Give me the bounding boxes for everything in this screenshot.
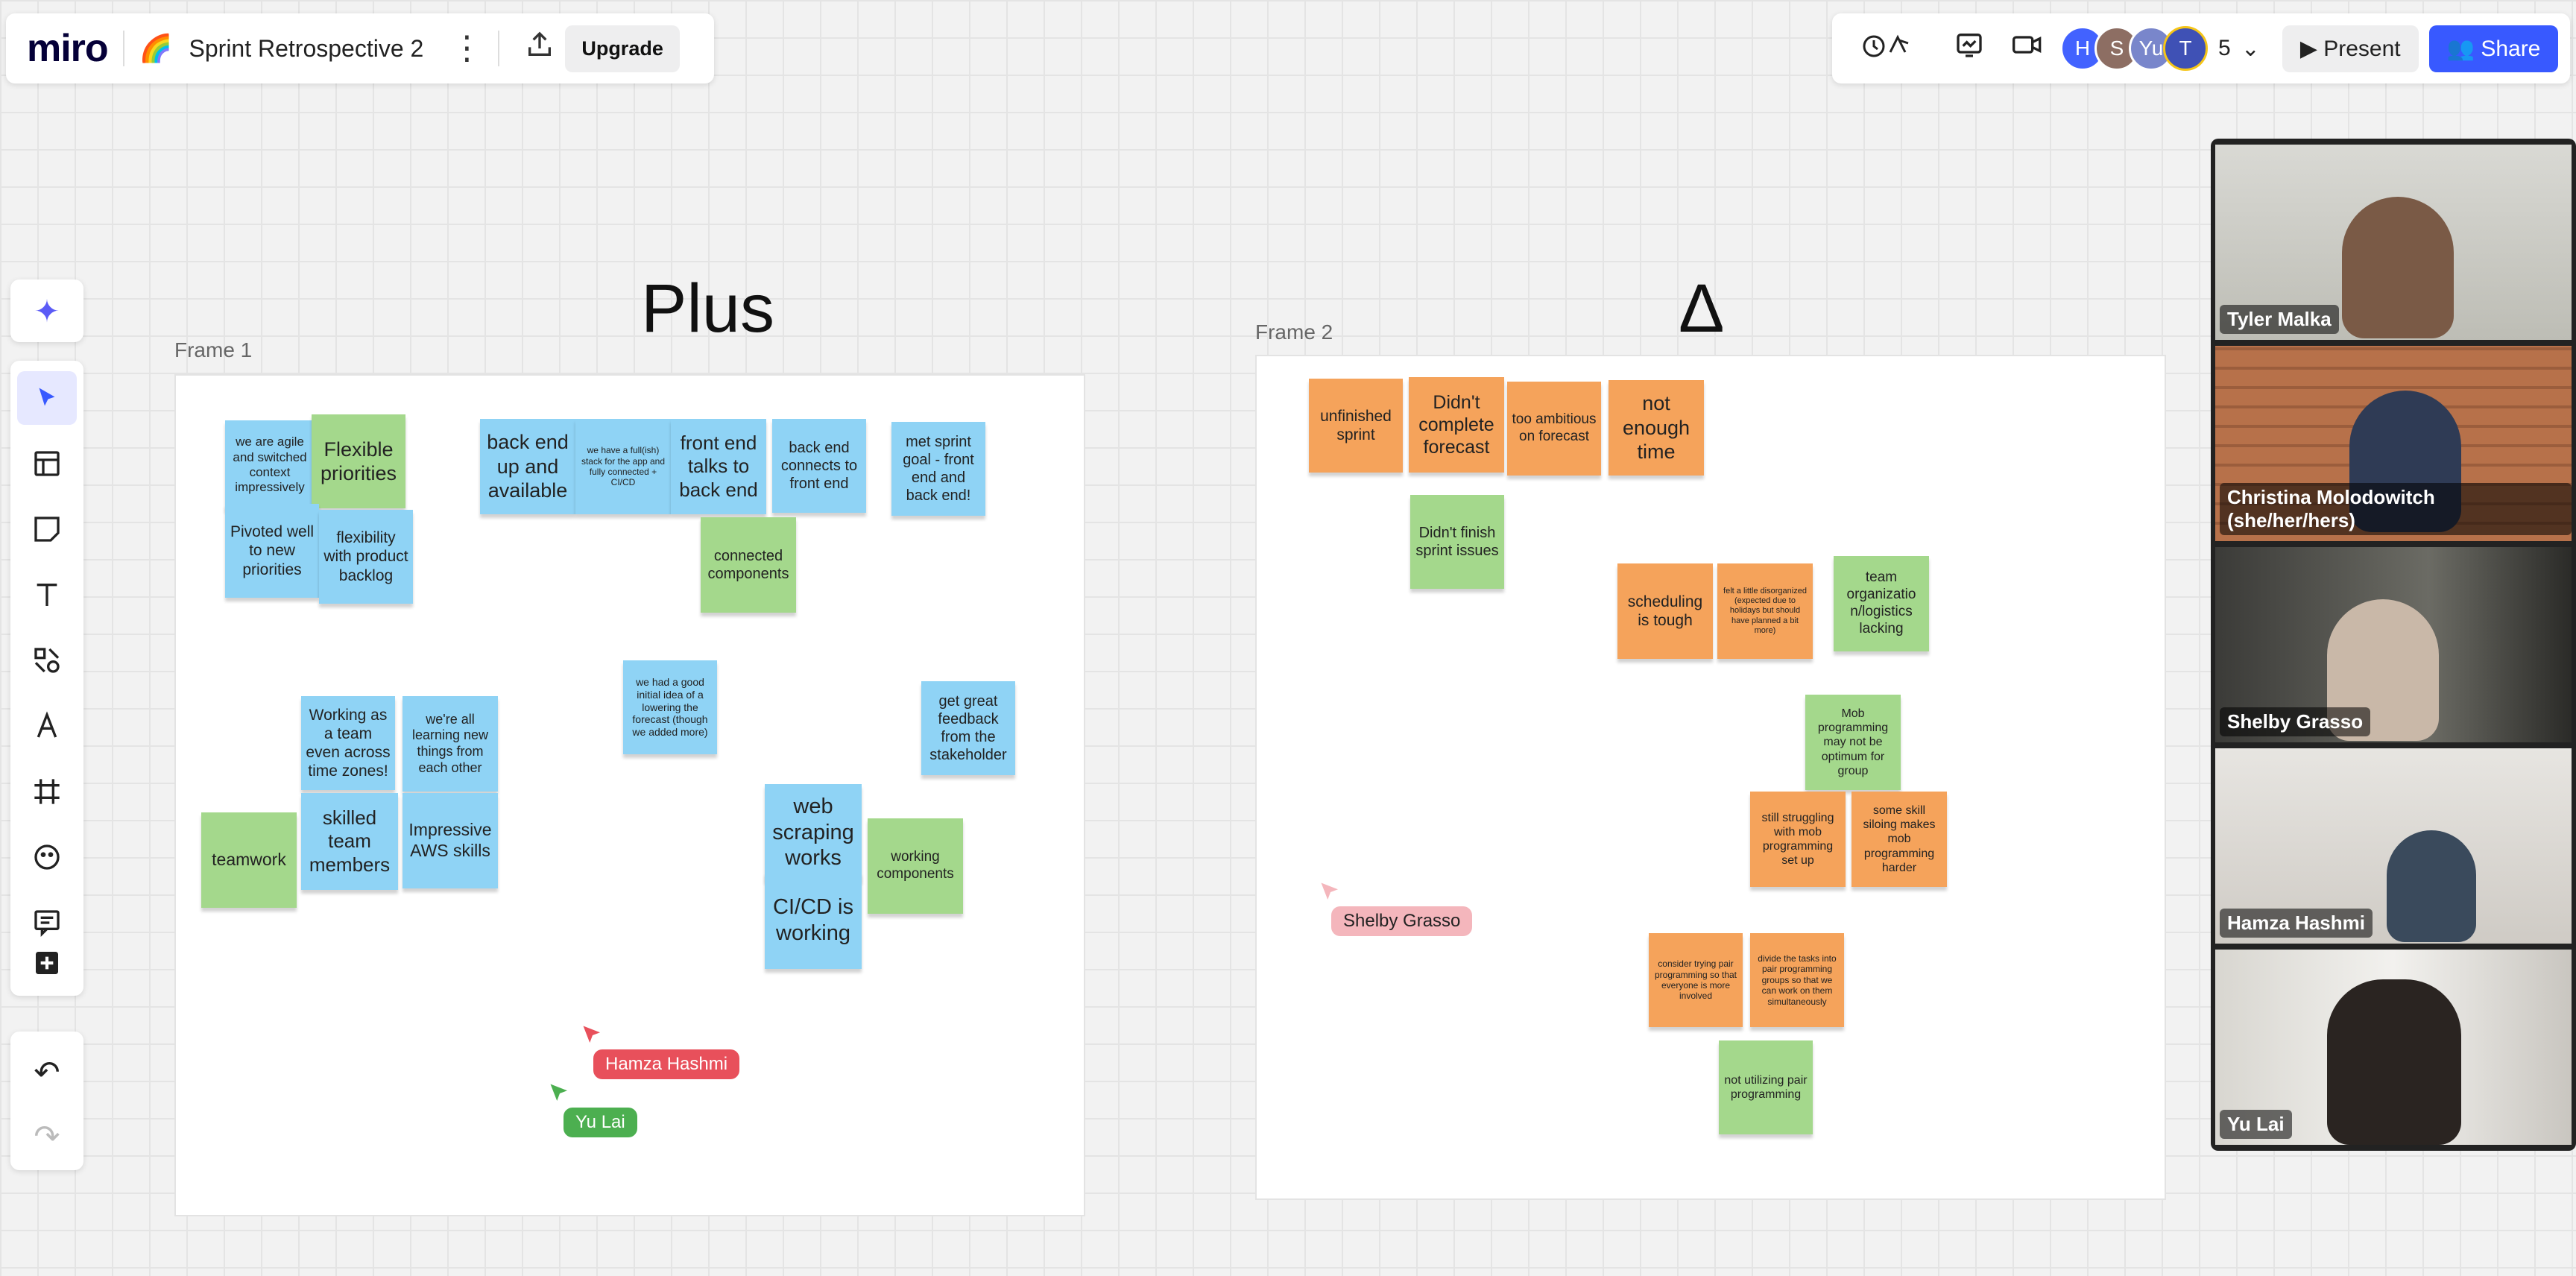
- sticky-note[interactable]: consider trying pair programming so that…: [1649, 933, 1743, 1027]
- video-call-panel: Tyler Malka Christina Molodowitch (she/h…: [2211, 139, 2576, 1151]
- sticky-note[interactable]: too ambitious on forecast: [1507, 382, 1601, 476]
- divider: [122, 31, 124, 66]
- video-tile[interactable]: Hamza Hashmi: [2215, 748, 2572, 944]
- creation-toolbar: [10, 361, 83, 996]
- participant-name: Yu Lai: [2220, 1110, 2292, 1139]
- frame2[interactable]: [1255, 355, 2166, 1200]
- cursor-arrow-icon: [1321, 882, 1338, 900]
- select-tool-icon[interactable]: [17, 371, 77, 425]
- sticky-note[interactable]: back end connects to front end: [772, 419, 866, 513]
- sticky-note[interactable]: Didn't finish sprint issues: [1410, 495, 1504, 589]
- board-header: miro 🌈 Sprint Retrospective 2 ⋮ Upgrade: [6, 13, 714, 83]
- ai-assist-icon[interactable]: ✦: [10, 279, 83, 342]
- collaborator-cursor-label: Hamza Hashmi: [593, 1049, 740, 1079]
- board-icon: 🌈: [139, 33, 173, 63]
- collaboration-bar: H S Yu T 5 ⌄ ▶ Present 👥 Share: [1832, 13, 2570, 83]
- sticky-note[interactable]: Didn't complete forecast: [1409, 377, 1504, 473]
- sticky-note[interactable]: not enough time: [1609, 380, 1704, 476]
- participant-name: Tyler Malka: [2220, 305, 2339, 334]
- upgrade-button[interactable]: Upgrade: [565, 25, 680, 72]
- sticky-note[interactable]: team organizatio n/logistics lacking: [1834, 556, 1929, 651]
- reactions-icon[interactable]: [1860, 30, 1928, 67]
- sticky-note[interactable]: back end up and available: [480, 419, 575, 514]
- delta-heading: Δ: [1679, 271, 1725, 347]
- collaborator-cursor-label: Yu Lai: [564, 1108, 637, 1137]
- cursor-arrow-icon: [550, 1084, 567, 1101]
- sticky-note[interactable]: CI/CD is working: [765, 872, 862, 969]
- miro-logo[interactable]: miro: [27, 26, 109, 71]
- pen-icon[interactable]: [17, 699, 77, 753]
- sticky-note[interactable]: unfinished sprint: [1309, 379, 1403, 473]
- participant-video: [2387, 830, 2476, 942]
- sticky-note[interactable]: working components: [868, 818, 963, 914]
- text-tool-icon[interactable]: [17, 568, 77, 622]
- video-tile[interactable]: Yu Lai: [2215, 950, 2572, 1145]
- participant-name: Christina Molodowitch (she/her/hers): [2220, 483, 2572, 535]
- sticky-note[interactable]: Pivoted well to new priorities: [225, 504, 319, 598]
- sticky-note[interactable]: felt a little disorganized (expected due…: [1717, 563, 1813, 659]
- history-toolbar: ↶ ↷: [10, 1032, 83, 1170]
- participant-video: [2327, 979, 2461, 1145]
- avatar[interactable]: T: [2163, 26, 2208, 71]
- timer-icon[interactable]: [1954, 30, 1984, 67]
- video-call-icon[interactable]: [2011, 30, 2044, 67]
- participant-name: Hamza Hashmi: [2220, 909, 2373, 938]
- templates-icon[interactable]: [17, 437, 77, 490]
- chevron-down-icon[interactable]: ⌄: [2241, 36, 2260, 62]
- video-tile[interactable]: Tyler Malka: [2215, 145, 2572, 340]
- frame-icon[interactable]: [17, 765, 77, 818]
- collaborator-avatars[interactable]: H S Yu T: [2060, 26, 2208, 71]
- add-more-icon[interactable]: [17, 936, 77, 990]
- sticky-note[interactable]: Working as a team even across time zones…: [301, 696, 395, 790]
- export-icon[interactable]: [525, 30, 555, 67]
- sticky-note[interactable]: connected components: [701, 517, 796, 613]
- sticky-note[interactable]: scheduling is tough: [1617, 563, 1713, 659]
- frame1-label: Frame 1: [174, 338, 253, 361]
- sticky-note[interactable]: Mob programming may not be optimum for g…: [1805, 695, 1901, 790]
- collaborator-cursor-label: Shelby Grasso: [1331, 906, 1473, 936]
- sticky-note[interactable]: front end talks to back end: [671, 419, 766, 514]
- video-tile[interactable]: Shelby Grasso: [2215, 547, 2572, 742]
- video-tile[interactable]: Christina Molodowitch (she/her/hers): [2215, 346, 2572, 541]
- redo-icon[interactable]: ↷: [17, 1109, 77, 1163]
- cursor-arrow-icon: [583, 1026, 600, 1043]
- sticky-note[interactable]: met sprint goal - front end and back end…: [891, 422, 985, 516]
- share-button[interactable]: 👥 Share: [2428, 25, 2559, 72]
- sticky-note[interactable]: Flexible priorities: [312, 414, 405, 508]
- shapes-icon[interactable]: [17, 634, 77, 687]
- sticky-note[interactable]: divide the tasks into pair programming g…: [1750, 933, 1844, 1027]
- sticky-note[interactable]: teamwork: [201, 812, 297, 908]
- sticky-note[interactable]: we are agile and switched context impres…: [225, 420, 315, 510]
- board-menu-icon[interactable]: ⋮: [450, 32, 483, 65]
- board-title[interactable]: Sprint Retrospective 2: [189, 35, 424, 63]
- sticky-note[interactable]: flexibility with product backlog: [319, 510, 413, 604]
- sticky-note[interactable]: Impressive AWS skills: [402, 793, 498, 888]
- undo-icon[interactable]: ↶: [17, 1045, 77, 1099]
- sticky-note[interactable]: still struggling with mob programming se…: [1750, 792, 1846, 887]
- participant-video: [2342, 197, 2454, 338]
- sticky-note[interactable]: we had a good initial idea of a lowering…: [623, 660, 717, 754]
- sticky-note[interactable]: web scraping works: [765, 784, 862, 881]
- collaborator-count[interactable]: 5: [2218, 36, 2231, 61]
- divider: [498, 31, 500, 66]
- reactions-palette-icon[interactable]: [17, 830, 77, 884]
- present-button[interactable]: ▶ Present: [2282, 25, 2419, 72]
- participant-name: Shelby Grasso: [2220, 707, 2371, 736]
- sticky-note[interactable]: not utilizing pair programming: [1719, 1040, 1813, 1134]
- plus-heading: Plus: [641, 271, 774, 347]
- frame2-label: Frame 2: [1255, 320, 1333, 344]
- sticky-note[interactable]: get great feedback from the stakeholder: [921, 681, 1015, 775]
- sticky-note[interactable]: we have a full(ish) stack for the app an…: [575, 419, 671, 514]
- sticky-note-icon[interactable]: [17, 502, 77, 556]
- sticky-note[interactable]: skilled team members: [301, 793, 398, 890]
- sticky-note[interactable]: we're all learning new things from each …: [402, 696, 498, 792]
- sticky-note[interactable]: some skill siloing makes mob programming…: [1852, 792, 1947, 887]
